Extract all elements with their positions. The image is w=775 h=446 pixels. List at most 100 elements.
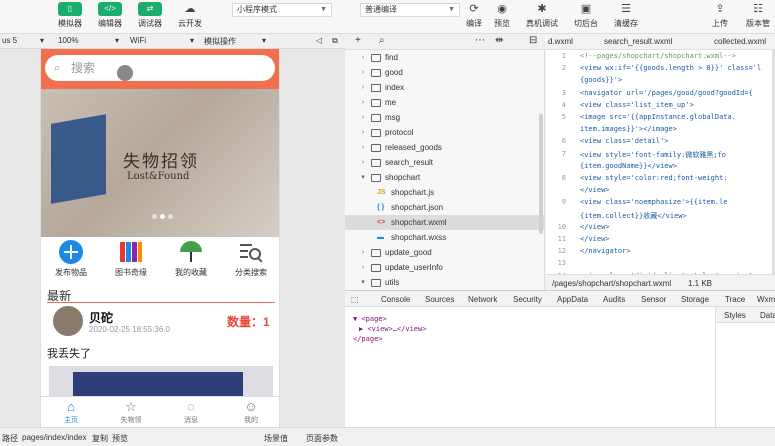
line-number: 1 (561, 52, 566, 60)
avatar[interactable] (53, 306, 83, 336)
editor-button[interactable]: </> 编辑器 (88, 2, 132, 29)
folder-icon (371, 69, 381, 77)
tree-item[interactable]: › released_goods (345, 140, 545, 155)
swiper-dot-active[interactable] (160, 214, 165, 219)
tree-item-label: update_good (385, 248, 432, 257)
tree-item[interactable]: › good (345, 65, 545, 80)
chevron-right-icon[interactable]: › (359, 80, 367, 95)
styles-panel: Styles Data (715, 307, 775, 428)
tab-me[interactable]: ☺ 我的 (221, 399, 279, 425)
clear-cache-button[interactable]: ☰ 清缓存 (604, 2, 648, 29)
tab-lost[interactable]: ☆ 失物领 (101, 399, 161, 425)
grid-item-collect[interactable]: 我的收藏 (161, 239, 221, 278)
tab-appdata[interactable]: AppData (557, 295, 588, 304)
xml-node-page-close[interactable]: </page> (353, 335, 383, 343)
chevron-down-icon[interactable]: ▾ (359, 170, 367, 185)
swiper-dot[interactable] (168, 214, 173, 219)
banner-swiper[interactable]: 失物招领 Lost&Found (41, 89, 279, 237)
folder-icon (371, 99, 381, 107)
tree-item[interactable]: › msg (345, 110, 545, 125)
tab-collected-wxml[interactable]: collected.wxml (714, 37, 766, 46)
remote-debug-button[interactable]: ✱ 真机调试 (520, 2, 564, 29)
xml-node-page[interactable]: ▼ <page> (353, 315, 387, 323)
line-number: 6 (561, 137, 566, 146)
tab-home[interactable]: ⌂ 主页 (41, 399, 101, 425)
mode-select[interactable]: 小程序模式 ▼ (232, 3, 332, 17)
tree-item[interactable]: { } shopchart.json (345, 200, 545, 215)
cloud-button[interactable]: ☁ 云开发 (168, 2, 212, 29)
more-icon[interactable]: ⋯ (475, 35, 485, 46)
grid-item-books[interactable]: 图书奇缘 (101, 239, 161, 278)
chevron-right-icon[interactable]: › (359, 65, 367, 80)
network-select[interactable]: WiFi (130, 36, 146, 45)
detach-icon[interactable]: ⧉ (332, 36, 338, 46)
compile-select[interactable]: 普通编译 ▼ (360, 3, 460, 17)
file-path: /pages/shopchart/shopchart.wxml (552, 279, 672, 288)
tab-sources[interactable]: Sources (425, 295, 454, 304)
add-icon[interactable]: + (355, 35, 361, 46)
collapse-icon[interactable]: ⊟ (529, 35, 537, 46)
tab-wxml[interactable]: Wxm (757, 295, 775, 304)
page-params-button[interactable]: 页面参数 (306, 433, 338, 444)
grid-item-search[interactable]: 分类搜索 (221, 239, 279, 278)
tree-scrollbar[interactable] (539, 114, 543, 234)
tree-item[interactable]: ▾ utils (345, 275, 545, 290)
tab-message[interactable]: ◌ 消息 (161, 399, 221, 425)
line-number: 9 (561, 198, 566, 207)
scene-button[interactable]: 场景值 (264, 433, 288, 444)
tree-item[interactable]: JS shopchart.js (345, 185, 545, 200)
debugger-button[interactable]: ⇄ 调试器 (128, 2, 172, 29)
swiper-dot[interactable] (152, 214, 157, 219)
search-input[interactable]: ⌕ 搜索 (45, 55, 275, 81)
tab-security[interactable]: Security (513, 295, 542, 304)
tab-styles[interactable]: Styles (724, 311, 746, 320)
chevron-down-icon: ▾ (115, 36, 120, 45)
tab-sensor[interactable]: Sensor (641, 295, 666, 304)
chevron-right-icon[interactable]: › (359, 50, 367, 65)
chevron-right-icon[interactable]: › (359, 245, 367, 260)
grid-item-publish[interactable]: 发布物品 (41, 239, 101, 278)
chevron-right-icon[interactable]: › (359, 125, 367, 140)
tree-item[interactable]: › me (345, 95, 545, 110)
tree-item[interactable]: › update_good (345, 245, 545, 260)
xml-node-view[interactable]: ▶ <view>…</view> (359, 325, 426, 333)
device-select[interactable]: us 5 (2, 36, 17, 45)
chevron-down-icon[interactable]: ▾ (359, 275, 367, 290)
split-icon[interactable]: ⇹ (495, 35, 503, 46)
chevron-right-icon[interactable]: › (359, 155, 367, 170)
tab-index-wxml[interactable]: d.wxml (548, 37, 573, 46)
tree-item[interactable]: › find (345, 50, 545, 65)
chevron-right-icon[interactable]: › (359, 140, 367, 155)
switch-background-button[interactable]: ▣ 切后台 (564, 2, 608, 29)
search-icon[interactable]: ⌕ (379, 35, 385, 46)
inspect-icon[interactable]: ⬚ (351, 295, 359, 304)
tab-network[interactable]: Network (468, 295, 497, 304)
tree-item[interactable]: › update_userInfo (345, 260, 545, 275)
zoom-select[interactable]: 100% (58, 36, 78, 45)
chevron-right-icon[interactable]: › (359, 110, 367, 125)
tree-item[interactable]: › protocol (345, 125, 545, 140)
chevron-right-icon[interactable]: › (359, 95, 367, 110)
folder-icon (371, 129, 381, 137)
cloud-icon: ☁ (184, 3, 196, 15)
tree-item[interactable]: ▾ shopchart (345, 170, 545, 185)
tree-item[interactable]: › index (345, 80, 545, 95)
tree-item[interactable]: › search_result (345, 155, 545, 170)
simulate-op-select[interactable]: 模拟操作 (204, 36, 236, 47)
copy-link[interactable]: 复制 (92, 433, 108, 444)
tab-audits[interactable]: Audits (603, 295, 625, 304)
preview-button[interactable]: ◉ 预览 (480, 2, 524, 29)
preview-link[interactable]: 预览 (112, 433, 128, 444)
tree-item[interactable]: <> shopchart.wxml (345, 215, 545, 230)
tab-search-result-wxml[interactable]: search_result.wxml (604, 37, 672, 46)
tab-data[interactable]: Data (760, 311, 775, 320)
mute-icon[interactable]: ◁ (316, 36, 322, 45)
tab-trace[interactable]: Trace (725, 295, 745, 304)
tab-console[interactable]: Console (381, 295, 410, 304)
tree-item[interactable]: ▬ shopchart.wxss (345, 230, 545, 245)
chevron-right-icon[interactable]: › (359, 260, 367, 275)
version-button[interactable]: ☷ 版本管 (736, 2, 775, 29)
chevron-down-icon: ▼ (320, 6, 327, 13)
simulator-button[interactable]: ▯ 模拟器 (48, 2, 92, 29)
tab-storage[interactable]: Storage (681, 295, 709, 304)
